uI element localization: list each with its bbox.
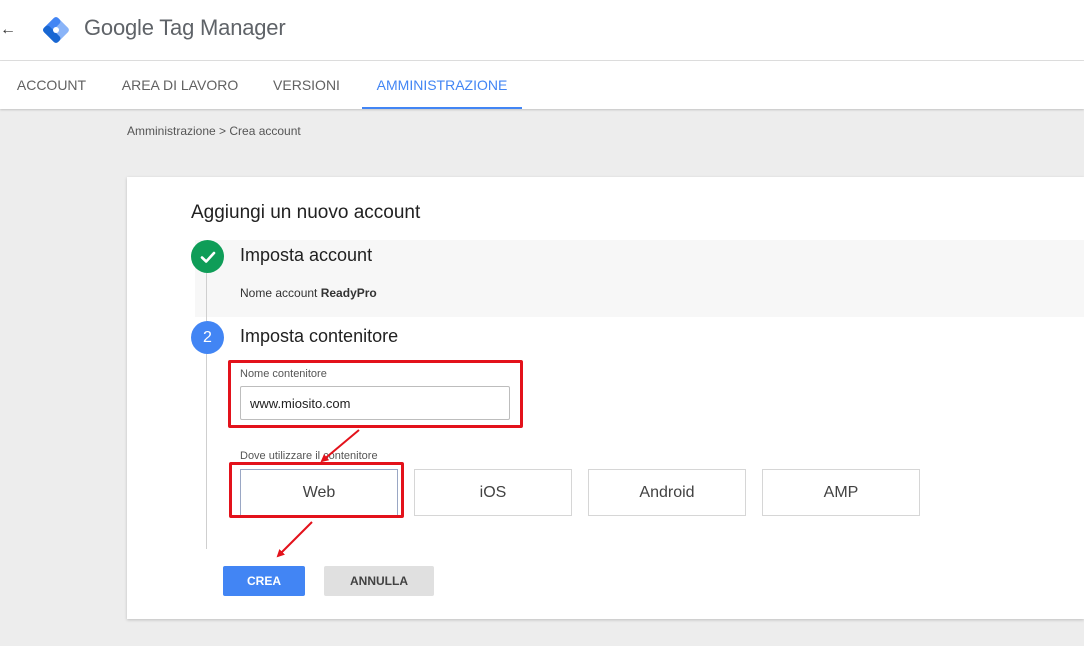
breadcrumb: Amministrazione > Crea account xyxy=(127,124,301,138)
top-app-bar: ← Google Tag Manager xyxy=(0,0,1084,61)
account-name-summary: Nome account ReadyPro xyxy=(240,286,377,300)
tab-account[interactable]: ACCOUNT xyxy=(0,61,103,109)
tab-workspace[interactable]: AREA DI LAVORO xyxy=(105,61,255,109)
back-arrow-icon[interactable]: ← xyxy=(0,18,16,42)
step2-number-badge: 2 xyxy=(191,321,224,354)
tab-administration[interactable]: AMMINISTRAZIONE xyxy=(362,61,522,109)
tab-versions[interactable]: VERSIONI xyxy=(257,61,356,109)
stepper-line xyxy=(206,272,207,549)
target-amp-button[interactable]: AMP xyxy=(762,469,920,516)
app-title: Google Tag Manager xyxy=(84,15,286,40)
container-target-label: Dove utilizzare il contenitore xyxy=(240,450,378,462)
target-android-button[interactable]: Android xyxy=(588,469,746,516)
web-target-highlight-box xyxy=(229,462,404,518)
step1-title[interactable]: Imposta account xyxy=(240,245,372,266)
page-title: Aggiungi un nuovo account xyxy=(191,202,421,223)
target-ios-button[interactable]: iOS xyxy=(414,469,572,516)
create-button[interactable]: CREA xyxy=(223,566,305,596)
create-account-card: Aggiungi un nuovo account Imposta accoun… xyxy=(127,177,1084,619)
checkmark-icon xyxy=(200,251,215,263)
step2-title: Imposta contenitore xyxy=(240,326,399,346)
tag-manager-logo-icon[interactable] xyxy=(38,12,74,48)
account-name-value: ReadyPro xyxy=(320,286,377,300)
container-name-highlight-box xyxy=(228,360,523,428)
step1-complete-checkmark-icon xyxy=(191,240,224,273)
main-tab-bar: ACCOUNT AREA DI LAVORO VERSIONI AMMINIST… xyxy=(0,61,1084,109)
cancel-button[interactable]: ANNULLA xyxy=(324,566,434,596)
account-name-label: Nome account xyxy=(240,286,318,300)
